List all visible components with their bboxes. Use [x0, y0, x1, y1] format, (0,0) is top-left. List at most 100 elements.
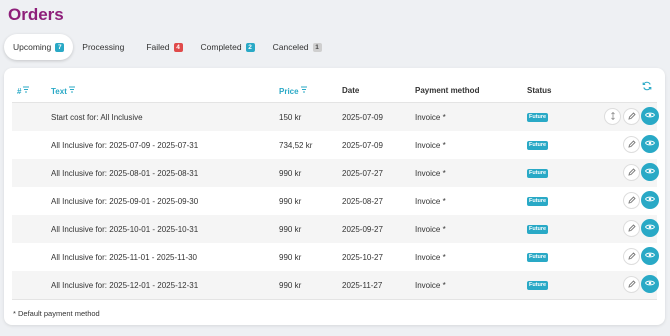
table-row: All Inclusive for: 2025-10-01 - 2025-10-… — [12, 215, 659, 243]
row-payment: Invoice * — [415, 225, 446, 234]
pencil-icon — [627, 223, 636, 234]
view-button[interactable] — [641, 135, 659, 153]
row-text: All Inclusive for: 2025-12-01 - 2025-12-… — [51, 281, 199, 290]
column-header-label: Status — [527, 86, 552, 95]
column-header-label: Text — [51, 86, 67, 96]
row-payment: Invoice * — [415, 141, 446, 150]
split-icon — [609, 111, 617, 122]
sort-icon — [68, 86, 76, 96]
status-badge: Future — [527, 113, 549, 122]
view-button[interactable] — [641, 107, 659, 125]
edit-button[interactable] — [623, 164, 640, 181]
row-text: All Inclusive for: 2025-11-01 - 2025-11-… — [51, 253, 198, 262]
row-payment: Invoice * — [415, 197, 446, 206]
eye-icon — [644, 195, 656, 205]
row-text: All Inclusive for: 2025-10-01 - 2025-10-… — [51, 225, 199, 234]
row-price: 990 kr — [279, 281, 302, 290]
view-button[interactable] — [641, 191, 659, 209]
footnote: * Default payment method — [13, 309, 100, 318]
row-price: 150 kr — [279, 113, 302, 122]
pencil-icon — [627, 279, 636, 290]
table-row: All Inclusive for: 2025-09-01 - 2025-09-… — [12, 187, 659, 215]
status-badge: Future — [527, 169, 549, 178]
row-date: 2025-07-27 — [342, 169, 383, 178]
table-row: Start cost for: All Inclusive 150 kr 202… — [12, 103, 659, 131]
edit-button[interactable] — [623, 248, 640, 265]
sort-icon — [300, 86, 308, 96]
tab-label: Upcoming — [13, 42, 52, 52]
sort-icon — [22, 86, 30, 96]
edit-button[interactable] — [623, 136, 640, 153]
status-badge: Future — [527, 197, 549, 206]
row-price: 990 kr — [279, 225, 302, 234]
table-row: All Inclusive for: 2025-11-01 - 2025-11-… — [12, 243, 659, 271]
row-text: All Inclusive for: 2025-09-01 - 2025-09-… — [51, 197, 199, 206]
pencil-icon — [627, 251, 636, 262]
column-header-price[interactable]: Price — [279, 86, 308, 96]
edit-button[interactable] — [623, 276, 640, 293]
row-price: 990 kr — [279, 197, 302, 206]
status-badge: Future — [527, 253, 549, 262]
tab-failed[interactable]: Failed 4 — [137, 34, 191, 60]
refresh-icon[interactable] — [642, 81, 652, 93]
row-date: 2025-10-27 — [342, 253, 383, 262]
row-payment: Invoice * — [415, 169, 446, 178]
table-row: All Inclusive for: 2025-07-09 - 2025-07-… — [12, 131, 659, 159]
view-button[interactable] — [641, 219, 659, 237]
column-header-number[interactable]: # — [17, 86, 30, 96]
eye-icon — [644, 111, 656, 121]
row-date: 2025-08-27 — [342, 197, 383, 206]
column-header-label: Price — [279, 86, 299, 96]
tab-count-badge: 1 — [312, 42, 322, 52]
status-badge: Future — [527, 281, 549, 290]
table-row: All Inclusive for: 2025-08-01 - 2025-08-… — [12, 159, 659, 187]
column-header-date: Date — [342, 86, 359, 95]
row-date: 2025-07-09 — [342, 141, 383, 150]
row-price: 990 kr — [279, 169, 302, 178]
pencil-icon — [627, 167, 636, 178]
row-price: 990 kr — [279, 253, 302, 262]
pencil-icon — [627, 195, 636, 206]
tab-label: Failed — [146, 42, 170, 52]
tab-label: Processing — [82, 42, 125, 52]
column-header-payment: Payment method — [415, 86, 479, 95]
eye-icon — [644, 251, 656, 261]
row-payment: Invoice * — [415, 113, 446, 122]
eye-icon — [644, 139, 656, 149]
orders-table-card: # Text Price Date Payment method Status — [4, 68, 665, 325]
edit-button[interactable] — [623, 192, 640, 209]
row-text: All Inclusive for: 2025-08-01 - 2025-08-… — [51, 169, 199, 178]
tab-count-badge: 7 — [55, 42, 65, 52]
pencil-icon — [627, 139, 636, 150]
pencil-icon — [627, 111, 636, 122]
tab-count-badge: 2 — [245, 42, 255, 52]
table-row: All Inclusive for: 2025-12-01 - 2025-12-… — [12, 271, 659, 299]
edit-button[interactable] — [623, 108, 640, 125]
view-button[interactable] — [641, 247, 659, 265]
view-button[interactable] — [641, 163, 659, 181]
eye-icon — [644, 223, 656, 233]
row-date: 2025-11-27 — [342, 281, 383, 290]
view-button[interactable] — [641, 275, 659, 293]
table-bottom-divider — [12, 299, 657, 300]
page-title: Orders — [8, 5, 64, 24]
row-payment: Invoice * — [415, 253, 446, 262]
status-badge: Future — [527, 141, 549, 150]
table-header: # Text Price Date Payment method Status — [4, 78, 665, 104]
split-button[interactable] — [604, 108, 621, 125]
row-payment: Invoice * — [415, 281, 446, 290]
row-text: Start cost for: All Inclusive — [51, 113, 143, 122]
order-tabs: Upcoming 7 Processing Failed 4 Completed… — [4, 34, 331, 60]
tab-completed[interactable]: Completed 2 — [192, 34, 264, 60]
edit-button[interactable] — [623, 220, 640, 237]
tab-processing[interactable]: Processing — [73, 34, 137, 60]
eye-icon — [644, 167, 656, 177]
row-price: 734,52 kr — [279, 141, 313, 150]
status-badge: Future — [527, 225, 549, 234]
row-text: All Inclusive for: 2025-07-09 - 2025-07-… — [51, 141, 199, 150]
column-header-text[interactable]: Text — [51, 86, 76, 96]
tab-upcoming[interactable]: Upcoming 7 — [4, 34, 74, 60]
tab-canceled[interactable]: Canceled 1 — [264, 34, 331, 60]
row-date: 2025-09-27 — [342, 225, 383, 234]
column-header-label: Payment method — [415, 86, 480, 95]
